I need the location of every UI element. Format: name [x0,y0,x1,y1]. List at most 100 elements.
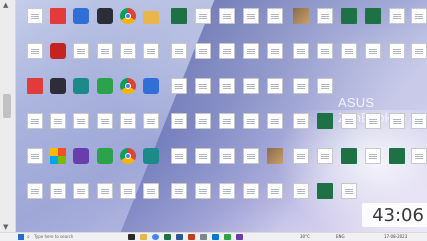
desktop-icon[interactable] [94,148,116,174]
scroll-down-icon[interactable]: ▼ [3,223,8,231]
desktop-icon[interactable] [24,8,46,34]
desktop-icon[interactable] [168,78,190,104]
desktop-icon[interactable] [94,43,116,69]
desktop-icon[interactable] [240,113,262,139]
desktop-icon[interactable] [47,8,69,34]
desktop-icon[interactable] [117,78,139,104]
desktop-icon[interactable] [117,113,139,139]
desktop-icon[interactable] [240,148,262,174]
desktop-icon[interactable] [338,148,360,174]
desktop-icon[interactable] [338,43,360,69]
desktop-icon[interactable] [192,43,214,69]
desktop-icon[interactable] [408,113,427,139]
desktop-icon[interactable] [24,113,46,139]
desktop-icon[interactable] [192,113,214,139]
desktop-icon[interactable] [140,8,162,34]
desktop-icon[interactable] [264,183,286,209]
desktop-icon[interactable] [140,113,162,139]
desktop-icon[interactable] [24,148,46,174]
desktop-icon[interactable] [192,183,214,209]
desktop-icon[interactable] [386,8,408,34]
desktop-icon[interactable] [240,43,262,69]
desktop-icon[interactable] [216,8,238,34]
taskbar-search-box[interactable]: Type here to search [34,234,112,240]
desktop-icon[interactable] [408,8,427,34]
excel-taskbar-icon[interactable] [164,234,171,240]
desktop-icon[interactable] [314,148,336,174]
weather-widget[interactable]: 30°C [300,234,310,240]
desktop-icon[interactable] [168,8,190,34]
desktop-icon[interactable] [94,78,116,104]
desktop-icon[interactable] [362,113,384,139]
desktop-icon[interactable] [168,183,190,209]
desktop-icon[interactable] [192,148,214,174]
app-taskbar-icon[interactable] [200,234,207,240]
desktop-icon[interactable] [192,78,214,104]
desktop-icon[interactable] [264,113,286,139]
desktop-icon[interactable] [140,148,162,174]
vertical-scrollbar[interactable]: ▲ ▼ [0,0,16,232]
windows-start-icon[interactable] [18,234,24,240]
desktop-icon[interactable] [264,8,286,34]
scroll-up-icon[interactable]: ▲ [3,1,8,9]
desktop-icon[interactable] [140,78,162,104]
desktop-icon[interactable] [290,43,312,69]
desktop-icon[interactable] [47,113,69,139]
desktop-icon[interactable] [362,148,384,174]
desktop-icon[interactable] [240,8,262,34]
desktop-icon[interactable] [70,78,92,104]
edge-taskbar-icon[interactable] [212,234,219,240]
desktop-icon[interactable] [192,8,214,34]
word-taskbar-icon[interactable] [176,234,183,240]
desktop-icon[interactable] [314,183,336,209]
desktop-icon[interactable] [216,148,238,174]
desktop-icon[interactable] [94,183,116,209]
desktop-icon[interactable] [314,8,336,34]
desktop-icon[interactable] [362,8,384,34]
desktop-icon[interactable] [70,148,92,174]
desktop-icon[interactable] [168,43,190,69]
powerpoint-taskbar-icon[interactable] [188,234,195,240]
desktop-icon[interactable] [24,43,46,69]
desktop-icon[interactable] [168,113,190,139]
app-taskbar-icon[interactable] [224,234,231,240]
desktop-icon[interactable] [168,148,190,174]
desktop-icon[interactable] [117,8,139,34]
desktop-icon[interactable] [216,43,238,69]
task-view-icon[interactable] [128,234,135,240]
desktop-icon[interactable] [216,113,238,139]
desktop-icon[interactable] [117,43,139,69]
desktop-icon[interactable] [264,43,286,69]
taskbar-clock[interactable]: 17-08-2023 [384,234,407,240]
desktop-icon[interactable] [117,183,139,209]
desktop-icon[interactable] [94,113,116,139]
desktop-icon[interactable] [216,183,238,209]
desktop-icon[interactable] [47,183,69,209]
desktop-icon[interactable] [70,183,92,209]
desktop-icon[interactable] [70,43,92,69]
desktop-icon[interactable] [290,183,312,209]
desktop-icon[interactable] [216,78,238,104]
desktop-icon[interactable] [290,8,312,34]
desktop-icon[interactable] [264,148,286,174]
desktop-icon[interactable] [24,78,46,104]
desktop-icon[interactable] [47,78,69,104]
desktop-icon[interactable] [264,78,286,104]
desktop-icon[interactable] [408,148,427,174]
desktop-icon[interactable] [338,8,360,34]
file-explorer-icon[interactable] [140,234,147,240]
app-taskbar-icon[interactable] [236,234,243,240]
desktop-icon[interactable] [140,43,162,69]
desktop-icon[interactable] [362,43,384,69]
desktop-icon[interactable] [47,148,69,174]
desktop-icon[interactable] [338,183,360,209]
chrome-taskbar-icon[interactable] [152,234,159,240]
desktop-icon[interactable] [338,113,360,139]
desktop-icon[interactable] [70,113,92,139]
desktop-icon[interactable] [24,183,46,209]
system-tray[interactable]: ENG [336,234,345,240]
desktop-icon[interactable] [386,113,408,139]
desktop-icon[interactable] [290,78,312,104]
scrollbar-thumb[interactable] [3,94,11,118]
desktop-icon[interactable] [117,148,139,174]
